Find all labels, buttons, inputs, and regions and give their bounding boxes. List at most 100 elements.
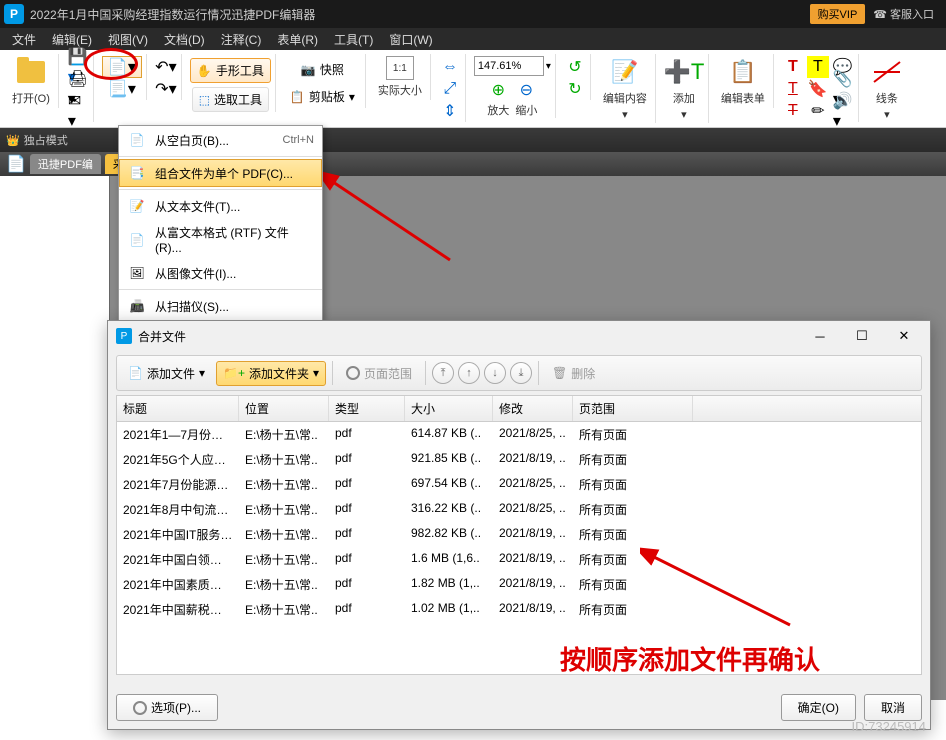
menu-form[interactable]: 表单(R) xyxy=(269,29,326,50)
move-up-button[interactable]: ↑ xyxy=(458,362,480,384)
exclusive-mode-label[interactable]: 独占模式 xyxy=(24,132,68,148)
menu-tools[interactable]: 工具(T) xyxy=(326,29,381,50)
clipboard-icon: 📋 xyxy=(290,90,305,104)
fit-height-button[interactable]: ⇕ xyxy=(439,100,461,122)
dropdown-from-text[interactable]: 📝 从文本文件(T)... xyxy=(119,192,322,220)
hand-icon: ✋ xyxy=(197,64,212,78)
sound-button[interactable]: 🔊▾ xyxy=(832,100,854,122)
ok-button[interactable]: 确定(O) xyxy=(781,694,856,721)
redo-button[interactable]: ↷▾ xyxy=(155,78,177,100)
mail-button[interactable]: ✉▾ xyxy=(67,100,89,122)
table-header: 标题 位置 类型 大小 修改 页范围 xyxy=(117,396,921,422)
delete-button[interactable]: 🗑删除 xyxy=(545,361,602,386)
open-button[interactable]: 打开(O) xyxy=(8,54,54,108)
table-row[interactable]: 2021年1—7月份全国..E:\杨十五\常..pdf614.87 KB (..… xyxy=(117,422,921,447)
gear-icon xyxy=(346,366,360,380)
dialog-app-icon: P xyxy=(116,328,132,344)
select-icon: ⬚ xyxy=(199,93,210,107)
dropdown-combine-files[interactable]: 📑 组合文件为单个 PDF(C)... xyxy=(119,159,322,187)
dropdown-from-scanner[interactable]: 📠 从扫描仪(S)... xyxy=(119,292,322,320)
combine-files-icon: 📑 xyxy=(127,163,147,183)
tab-1[interactable]: 迅捷PDF编 xyxy=(30,154,101,174)
menu-comment[interactable]: 注释(C) xyxy=(213,29,270,50)
fit-page-button[interactable]: ⤢ xyxy=(439,78,461,100)
scanner-icon: 📠 xyxy=(127,296,147,316)
rtf-file-icon: 📄 xyxy=(127,230,147,250)
col-location[interactable]: 位置 xyxy=(239,396,329,421)
fit-width-button[interactable]: ⇔ xyxy=(439,56,461,78)
add-file-icon: 📄 xyxy=(128,366,143,380)
col-range[interactable]: 页范围 xyxy=(573,396,693,421)
options-button[interactable]: 选项(P)... xyxy=(116,694,218,721)
move-top-button[interactable]: ⤒ xyxy=(432,362,454,384)
table-row[interactable]: 2021年7月份能源生产..E:\杨十五\常..pdf697.54 KB (..… xyxy=(117,472,921,497)
titlebar: P 2022年1月中国采购经理指数运行情况迅捷PDF编辑器 购买VIP ☎客服入… xyxy=(0,0,946,28)
buy-vip-button[interactable]: 购买VIP xyxy=(810,4,866,24)
signature-button[interactable]: ✏ xyxy=(807,100,829,122)
cancel-button[interactable]: 取消 xyxy=(864,694,922,721)
edit-content-button[interactable]: 📝 编辑内容▾ xyxy=(599,54,651,123)
lines-button[interactable]: 线条▾ xyxy=(867,54,907,123)
lines-icon xyxy=(872,60,902,84)
scan-button[interactable]: 📃▾ xyxy=(102,78,142,100)
edit-content-icon: 📝 xyxy=(611,59,638,85)
col-title[interactable]: 标题 xyxy=(117,396,239,421)
new-document-dropdown: 📄 从空白页(B)... Ctrl+N 📑 组合文件为单个 PDF(C)... … xyxy=(118,125,323,321)
dialog-title: 合并文件 xyxy=(138,328,186,345)
add-file-button[interactable]: 📄添加文件▾ xyxy=(121,361,212,386)
document-page xyxy=(0,176,110,700)
rotate-ccw-button[interactable]: ↺ xyxy=(564,56,586,78)
files-table: 标题 位置 类型 大小 修改 页范围 2021年1—7月份全国..E:\杨十五\… xyxy=(116,395,922,675)
add-button[interactable]: ➕T 添加▾ xyxy=(664,54,704,123)
underline-button[interactable]: T xyxy=(782,78,804,100)
dialog-minimize-button[interactable]: ─ xyxy=(802,323,838,349)
undo-button[interactable]: ↶▾ xyxy=(155,56,177,78)
menu-view[interactable]: 视图(V) xyxy=(100,29,156,50)
select-tool-button[interactable]: ⬚选取工具 xyxy=(192,87,269,112)
table-row[interactable]: 2021年中国素质教育..E:\杨十五\常..pdf1.82 MB (1,..2… xyxy=(117,572,921,597)
rotate-cw-button[interactable]: ↻ xyxy=(564,78,586,100)
highlight-tool-button[interactable]: T xyxy=(807,56,829,78)
zoom-in-icon[interactable]: ⊕ xyxy=(492,80,505,100)
hand-tool-button[interactable]: ✋手形工具 xyxy=(190,58,271,83)
dropdown-from-image[interactable]: 🖼 从图像文件(I)... xyxy=(119,259,322,287)
image-file-icon: 🖼 xyxy=(127,263,147,283)
delete-icon: 🗑 xyxy=(552,366,567,380)
new-page-button[interactable]: 📄▾ xyxy=(102,56,142,78)
table-row[interactable]: 2021年中国薪税服务..E:\杨十五\常..pdf1.02 MB (1,..2… xyxy=(117,597,921,622)
dropdown-from-rtf[interactable]: 📄 从富文本格式 (RTF) 文件(R)... xyxy=(119,220,322,259)
add-folder-button[interactable]: 📁+添加文件夹▾ xyxy=(216,361,326,386)
move-down-button[interactable]: ↓ xyxy=(484,362,506,384)
actual-size-button[interactable]: 1:1 实际大小 xyxy=(374,54,426,100)
app-icon: P xyxy=(4,4,24,24)
table-row[interactable]: 2021年8月中旬流通领..E:\杨十五\常..pdf316.22 KB (..… xyxy=(117,497,921,522)
service-link[interactable]: ☎客服入口 xyxy=(873,6,934,22)
move-bottom-button[interactable]: ⤓ xyxy=(510,362,532,384)
dropdown-blank-page[interactable]: 📄 从空白页(B)... Ctrl+N xyxy=(119,126,322,154)
col-size[interactable]: 大小 xyxy=(405,396,493,421)
table-row[interactable]: 2021年中国IT服务供..E:\杨十五\常..pdf982.82 KB (..… xyxy=(117,522,921,547)
menu-window[interactable]: 窗口(W) xyxy=(381,29,440,50)
dialog-maximize-button[interactable]: ☐ xyxy=(844,323,880,349)
edit-form-button[interactable]: 📋 编辑表单 xyxy=(717,54,769,108)
stamp-button[interactable]: 🔖 xyxy=(807,78,829,100)
menu-file[interactable]: 文件 xyxy=(4,29,44,50)
text-tool-button[interactable]: T xyxy=(782,56,804,78)
col-modified[interactable]: 修改 xyxy=(493,396,573,421)
tab-doc-icon: 📄 xyxy=(6,154,26,174)
strikethrough-button[interactable]: T xyxy=(782,100,804,122)
page-range-button[interactable]: 页面范围 xyxy=(339,361,419,386)
window-title: 2022年1月中国采购经理指数运行情况迅捷PDF编辑器 xyxy=(30,6,315,23)
table-row[interactable]: 2021年5G个人应用研..E:\杨十五\常..pdf921.85 KB (..… xyxy=(117,447,921,472)
clipboard-button[interactable]: 📋剪贴板▾ xyxy=(284,85,361,108)
menubar: 文件 编辑(E) 视图(V) 文档(D) 注释(C) 表单(R) 工具(T) 窗… xyxy=(0,28,946,50)
zoom-out-icon[interactable]: ⊖ xyxy=(520,80,533,100)
add-folder-icon: 📁+ xyxy=(223,366,245,380)
snapshot-button[interactable]: 📷快照 xyxy=(295,58,350,81)
watermark: ID:73245914 xyxy=(852,719,926,734)
dialog-close-button[interactable]: ✕ xyxy=(886,323,922,349)
menu-document[interactable]: 文档(D) xyxy=(156,29,213,50)
col-type[interactable]: 类型 xyxy=(329,396,405,421)
table-row[interactable]: 2021年中国白领人群..E:\杨十五\常..pdf1.6 MB (1,6..2… xyxy=(117,547,921,572)
zoom-input[interactable] xyxy=(474,56,544,76)
